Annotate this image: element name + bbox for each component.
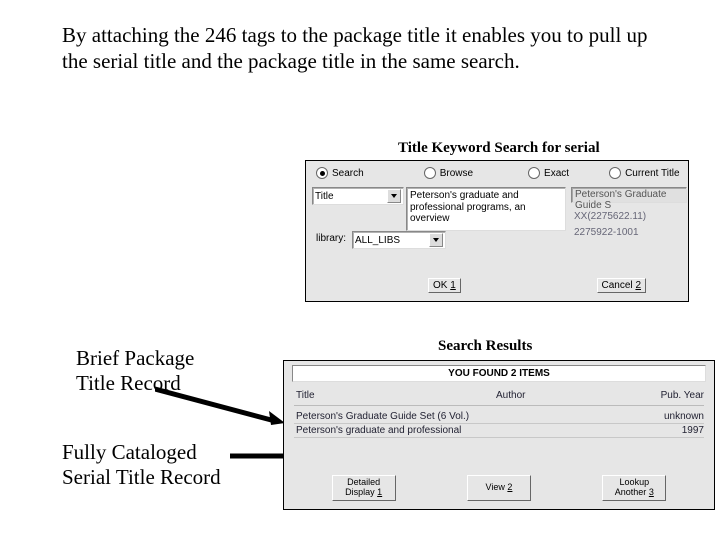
cell-title: Peterson's Graduate Guide Set (6 Vol.) xyxy=(296,411,496,422)
index-dropdown[interactable]: Title xyxy=(312,187,404,205)
radio-browse[interactable]: Browse xyxy=(424,167,473,179)
divider xyxy=(294,405,704,406)
results-panel: YOU FOUND 2 ITEMS Title Author Pub. Year… xyxy=(283,360,715,510)
result-preview: Peterson's Graduate Guide S xyxy=(571,187,687,203)
index-dropdown-value: Title xyxy=(315,191,334,202)
cell-year: 1997 xyxy=(616,425,704,436)
library-dropdown-value: ALL_LIBS xyxy=(355,235,400,246)
results-banner: YOU FOUND 2 ITEMS xyxy=(292,365,706,382)
search-panel: Search Browse Exact Current Title Title … xyxy=(305,160,689,302)
result-code-2: 2275922-1001 xyxy=(574,227,639,238)
cancel-button[interactable]: Cancel 2 xyxy=(597,278,646,293)
cell-year: unknown xyxy=(616,411,704,422)
query-input[interactable]: Peterson's graduate and professional pro… xyxy=(406,187,566,231)
table-row[interactable]: Peterson's Graduate Guide Set (6 Vol.) u… xyxy=(284,410,714,423)
radio-current-label: Current Title xyxy=(625,168,679,179)
label-fully-cataloged: Fully CatalogedSerial Title Record xyxy=(62,440,221,490)
radio-empty-icon xyxy=(609,167,621,179)
library-label: library: xyxy=(316,233,346,244)
results-columns: Title Author Pub. Year xyxy=(284,384,714,403)
radio-exact[interactable]: Exact xyxy=(528,167,569,179)
radio-browse-label: Browse xyxy=(440,168,473,179)
col-author: Author xyxy=(496,390,616,401)
results-caption: Search Results xyxy=(438,338,532,355)
library-dropdown[interactable]: ALL_LIBS xyxy=(352,231,446,249)
cell-author xyxy=(496,411,616,422)
chevron-down-icon xyxy=(387,189,401,203)
radio-empty-icon xyxy=(528,167,540,179)
cell-title: Peterson's graduate and professional xyxy=(296,425,496,436)
cell-author xyxy=(496,425,616,436)
search-caption: Title Keyword Search for serial xyxy=(398,140,600,157)
chevron-down-icon xyxy=(429,233,443,247)
col-title: Title xyxy=(296,390,496,401)
radio-search-label: Search xyxy=(332,168,364,179)
lookup-another-button[interactable]: Lookup Another 3 xyxy=(602,475,666,501)
query-input-value: Peterson's graduate and professional pro… xyxy=(410,190,526,224)
col-year: Pub. Year xyxy=(616,390,704,401)
table-row[interactable]: Peterson's graduate and professional 199… xyxy=(284,424,714,437)
detailed-display-button[interactable]: Detailed Display 1 xyxy=(332,475,396,501)
radio-empty-icon xyxy=(424,167,436,179)
view-button[interactable]: View 2 xyxy=(467,475,531,501)
result-code-1: XX(2275622.11) xyxy=(574,211,646,222)
ok-button[interactable]: OK 1 xyxy=(428,278,461,293)
slide-heading: By attaching the 246 tags to the package… xyxy=(62,22,662,75)
radio-exact-label: Exact xyxy=(544,168,569,179)
radio-current-title[interactable]: Current Title xyxy=(609,167,679,179)
radio-dot-icon xyxy=(316,167,328,179)
radio-search[interactable]: Search xyxy=(316,167,364,179)
arrow-icon xyxy=(155,385,295,425)
